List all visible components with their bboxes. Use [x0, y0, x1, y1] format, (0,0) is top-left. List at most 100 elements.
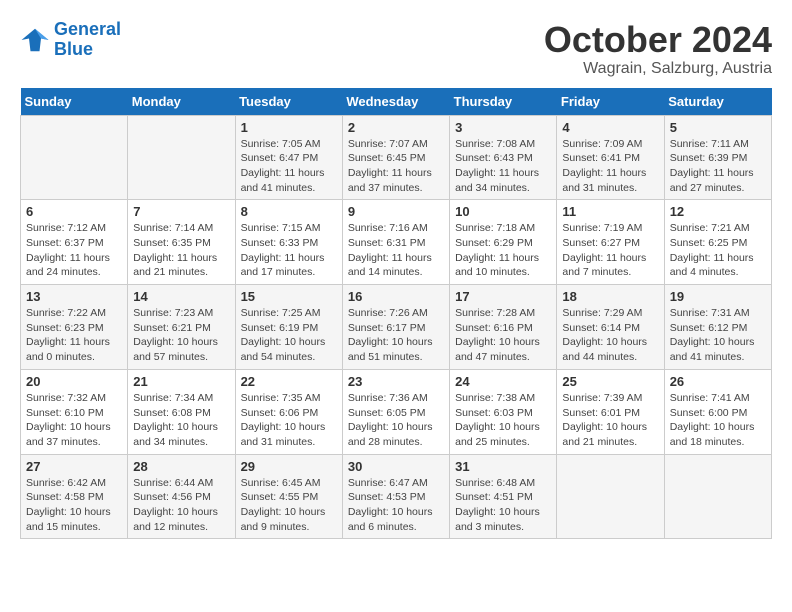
- day-info: Sunrise: 7:18 AM Sunset: 6:29 PM Dayligh…: [455, 221, 551, 280]
- day-number: 23: [348, 374, 444, 389]
- day-number: 21: [133, 374, 229, 389]
- day-info: Sunrise: 7:22 AM Sunset: 6:23 PM Dayligh…: [26, 306, 122, 365]
- day-number: 25: [562, 374, 658, 389]
- page-header: General Blue October 2024 Wagrain, Salzb…: [20, 20, 772, 78]
- location: Wagrain, Salzburg, Austria: [544, 60, 772, 78]
- day-info: Sunrise: 7:23 AM Sunset: 6:21 PM Dayligh…: [133, 306, 229, 365]
- day-info: Sunrise: 7:35 AM Sunset: 6:06 PM Dayligh…: [241, 391, 337, 450]
- calendar-cell: 7Sunrise: 7:14 AM Sunset: 6:35 PM Daylig…: [128, 200, 235, 285]
- calendar-cell: 13 Sunrise: 7:22 AM Sunset: 6:23 PM Dayli…: [21, 285, 128, 370]
- day-number: 12: [670, 204, 766, 219]
- logo: General Blue: [20, 20, 121, 60]
- header-wednesday: Wednesday: [342, 88, 449, 116]
- day-info: Sunrise: 7:25 AM Sunset: 6:19 PM Dayligh…: [241, 306, 337, 365]
- day-info: Sunrise: 7:08 AM Sunset: 6:43 PM Dayligh…: [455, 137, 551, 196]
- day-info: Sunrise: 7:07 AM Sunset: 6:45 PM Dayligh…: [348, 137, 444, 196]
- day-info: Sunrise: 7:09 AM Sunset: 6:41 PM Dayligh…: [562, 137, 658, 196]
- calendar-cell: 23 Sunrise: 7:36 AM Sunset: 6:05 PM Dayli…: [342, 369, 449, 454]
- day-info: Sunrise: 7:26 AM Sunset: 6:17 PM Dayligh…: [348, 306, 444, 365]
- logo-icon: [20, 25, 50, 55]
- calendar-cell: 10 Sunrise: 7:18 AM Sunset: 6:29 PM Dayli…: [450, 200, 557, 285]
- logo-general: General: [54, 19, 121, 39]
- calendar-cell: 9 Sunrise: 7:16 AM Sunset: 6:31 PM Daylig…: [342, 200, 449, 285]
- calendar-cell: [664, 454, 771, 539]
- day-info: Sunrise: 7:19 AM Sunset: 6:27 PM Dayligh…: [562, 221, 658, 280]
- day-info: Sunrise: 7:05 AM Sunset: 6:47 PM Dayligh…: [241, 137, 337, 196]
- calendar-cell: 14Sunrise: 7:23 AM Sunset: 6:21 PM Dayli…: [128, 285, 235, 370]
- day-info: Sunrise: 6:48 AM Sunset: 4:51 PM Dayligh…: [455, 476, 551, 535]
- day-number: 3: [455, 120, 551, 135]
- calendar-week-5: 27Sunrise: 6:42 AM Sunset: 4:58 PM Dayli…: [21, 454, 772, 539]
- day-info: Sunrise: 6:42 AM Sunset: 4:58 PM Dayligh…: [26, 476, 122, 535]
- calendar-cell: 11 Sunrise: 7:19 AM Sunset: 6:27 PM Dayli…: [557, 200, 664, 285]
- calendar-cell: 18Sunrise: 7:29 AM Sunset: 6:14 PM Dayli…: [557, 285, 664, 370]
- calendar-week-3: 13 Sunrise: 7:22 AM Sunset: 6:23 PM Dayli…: [21, 285, 772, 370]
- calendar-cell: 6Sunrise: 7:12 AM Sunset: 6:37 PM Daylig…: [21, 200, 128, 285]
- day-number: 11: [562, 204, 658, 219]
- day-info: Sunrise: 6:47 AM Sunset: 4:53 PM Dayligh…: [348, 476, 444, 535]
- day-number: 2: [348, 120, 444, 135]
- calendar-cell: 24 Sunrise: 7:38 AM Sunset: 6:03 PM Dayli…: [450, 369, 557, 454]
- day-number: 9: [348, 204, 444, 219]
- header-friday: Friday: [557, 88, 664, 116]
- day-info: Sunrise: 7:16 AM Sunset: 6:31 PM Dayligh…: [348, 221, 444, 280]
- title-block: October 2024 Wagrain, Salzburg, Austria: [544, 20, 772, 78]
- day-info: Sunrise: 7:39 AM Sunset: 6:01 PM Dayligh…: [562, 391, 658, 450]
- calendar-cell: 30 Sunrise: 6:47 AM Sunset: 4:53 PM Dayli…: [342, 454, 449, 539]
- day-number: 31: [455, 459, 551, 474]
- calendar-cell: [128, 115, 235, 200]
- day-info: Sunrise: 7:31 AM Sunset: 6:12 PM Dayligh…: [670, 306, 766, 365]
- day-number: 20: [26, 374, 122, 389]
- day-info: Sunrise: 6:44 AM Sunset: 4:56 PM Dayligh…: [133, 476, 229, 535]
- day-number: 18: [562, 289, 658, 304]
- calendar-cell: 25 Sunrise: 7:39 AM Sunset: 6:01 PM Dayli…: [557, 369, 664, 454]
- calendar-table: SundayMondayTuesdayWednesdayThursdayFrid…: [20, 88, 772, 540]
- calendar-cell: 20 Sunrise: 7:32 AM Sunset: 6:10 PM Dayli…: [21, 369, 128, 454]
- calendar-cell: 26 Sunrise: 7:41 AM Sunset: 6:00 PM Dayli…: [664, 369, 771, 454]
- logo-blue: Blue: [54, 39, 93, 59]
- calendar-cell: 5 Sunrise: 7:11 AM Sunset: 6:39 PM Daylig…: [664, 115, 771, 200]
- calendar-cell: 29Sunrise: 6:45 AM Sunset: 4:55 PM Dayli…: [235, 454, 342, 539]
- day-number: 1: [241, 120, 337, 135]
- day-number: 19: [670, 289, 766, 304]
- day-number: 28: [133, 459, 229, 474]
- header-monday: Monday: [128, 88, 235, 116]
- day-info: Sunrise: 7:41 AM Sunset: 6:00 PM Dayligh…: [670, 391, 766, 450]
- day-info: Sunrise: 7:32 AM Sunset: 6:10 PM Dayligh…: [26, 391, 122, 450]
- day-number: 13: [26, 289, 122, 304]
- calendar-cell: 19 Sunrise: 7:31 AM Sunset: 6:12 PM Dayli…: [664, 285, 771, 370]
- day-number: 10: [455, 204, 551, 219]
- calendar-cell: [557, 454, 664, 539]
- header-tuesday: Tuesday: [235, 88, 342, 116]
- calendar-week-1: 1 Sunrise: 7:05 AM Sunset: 6:47 PM Daylig…: [21, 115, 772, 200]
- day-number: 16: [348, 289, 444, 304]
- day-number: 17: [455, 289, 551, 304]
- calendar-week-2: 6Sunrise: 7:12 AM Sunset: 6:37 PM Daylig…: [21, 200, 772, 285]
- calendar-cell: 16 Sunrise: 7:26 AM Sunset: 6:17 PM Dayli…: [342, 285, 449, 370]
- day-number: 5: [670, 120, 766, 135]
- month-title: October 2024: [544, 20, 772, 60]
- calendar-cell: 27Sunrise: 6:42 AM Sunset: 4:58 PM Dayli…: [21, 454, 128, 539]
- day-info: Sunrise: 7:28 AM Sunset: 6:16 PM Dayligh…: [455, 306, 551, 365]
- day-info: Sunrise: 7:15 AM Sunset: 6:33 PM Dayligh…: [241, 221, 337, 280]
- day-info: Sunrise: 7:38 AM Sunset: 6:03 PM Dayligh…: [455, 391, 551, 450]
- header-sunday: Sunday: [21, 88, 128, 116]
- calendar-cell: 22Sunrise: 7:35 AM Sunset: 6:06 PM Dayli…: [235, 369, 342, 454]
- day-info: Sunrise: 7:36 AM Sunset: 6:05 PM Dayligh…: [348, 391, 444, 450]
- day-number: 26: [670, 374, 766, 389]
- calendar-cell: 2 Sunrise: 7:07 AM Sunset: 6:45 PM Daylig…: [342, 115, 449, 200]
- day-number: 24: [455, 374, 551, 389]
- day-number: 30: [348, 459, 444, 474]
- calendar-cell: 17 Sunrise: 7:28 AM Sunset: 6:16 PM Dayli…: [450, 285, 557, 370]
- calendar-cell: 31 Sunrise: 6:48 AM Sunset: 4:51 PM Dayli…: [450, 454, 557, 539]
- calendar-cell: 15Sunrise: 7:25 AM Sunset: 6:19 PM Dayli…: [235, 285, 342, 370]
- calendar-header-row: SundayMondayTuesdayWednesdayThursdayFrid…: [21, 88, 772, 116]
- calendar-cell: 28 Sunrise: 6:44 AM Sunset: 4:56 PM Dayli…: [128, 454, 235, 539]
- day-info: Sunrise: 7:21 AM Sunset: 6:25 PM Dayligh…: [670, 221, 766, 280]
- day-info: Sunrise: 7:11 AM Sunset: 6:39 PM Dayligh…: [670, 137, 766, 196]
- day-info: Sunrise: 7:12 AM Sunset: 6:37 PM Dayligh…: [26, 221, 122, 280]
- calendar-week-4: 20 Sunrise: 7:32 AM Sunset: 6:10 PM Dayli…: [21, 369, 772, 454]
- calendar-cell: 21Sunrise: 7:34 AM Sunset: 6:08 PM Dayli…: [128, 369, 235, 454]
- day-number: 8: [241, 204, 337, 219]
- calendar-cell: 8 Sunrise: 7:15 AM Sunset: 6:33 PM Daylig…: [235, 200, 342, 285]
